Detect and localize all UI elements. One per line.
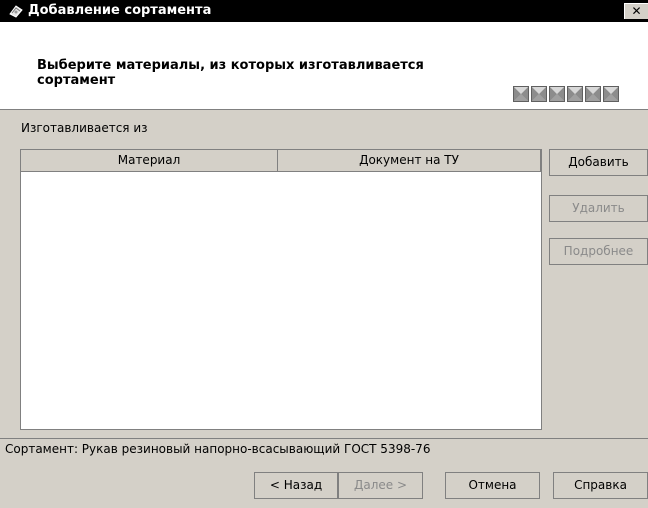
app-icon xyxy=(9,5,23,18)
progress-step-icon xyxy=(585,86,601,102)
cancel-button[interactable]: Отмена xyxy=(445,472,540,499)
wizard-heading: Выберите материалы, из которых изготавли… xyxy=(37,58,424,88)
progress-step-icon xyxy=(549,86,565,102)
progress-step-icon xyxy=(531,86,547,102)
assortment-status: Сортамент: Рукав резиновый напорно-всасы… xyxy=(5,442,431,456)
next-button[interactable]: Далее > xyxy=(338,472,423,499)
made-from-label: Изготавливается из xyxy=(21,121,148,135)
window-title: Добавление сортамента xyxy=(28,3,212,18)
close-button[interactable]: ✕ xyxy=(624,3,648,19)
delete-button[interactable]: Удалить xyxy=(549,195,648,222)
progress-step-icon xyxy=(513,86,529,102)
progress-step-icon xyxy=(567,86,583,102)
materials-list[interactable]: Материал Документ на ТУ xyxy=(20,149,542,430)
progress-step-icon xyxy=(603,86,619,102)
column-header-material[interactable]: Материал xyxy=(21,150,278,172)
back-button[interactable]: < Назад xyxy=(254,472,338,499)
details-button[interactable]: Подробнее xyxy=(549,238,648,265)
column-header-document[interactable]: Документ на ТУ xyxy=(278,150,541,172)
add-assortment-dialog: Добавление сортамента ✕ Выберите материа… xyxy=(0,0,648,508)
close-icon: ✕ xyxy=(631,4,642,18)
wizard-header: Выберите материалы, из которых изготавли… xyxy=(0,22,648,110)
wizard-progress xyxy=(513,86,621,104)
status-bar: Сортамент: Рукав резиновый напорно-всасы… xyxy=(0,438,648,462)
list-header: Материал Документ на ТУ xyxy=(21,150,541,172)
title-bar[interactable]: Добавление сортамента ✕ xyxy=(0,0,648,22)
add-button[interactable]: Добавить xyxy=(549,149,648,176)
help-button[interactable]: Справка xyxy=(553,472,648,499)
